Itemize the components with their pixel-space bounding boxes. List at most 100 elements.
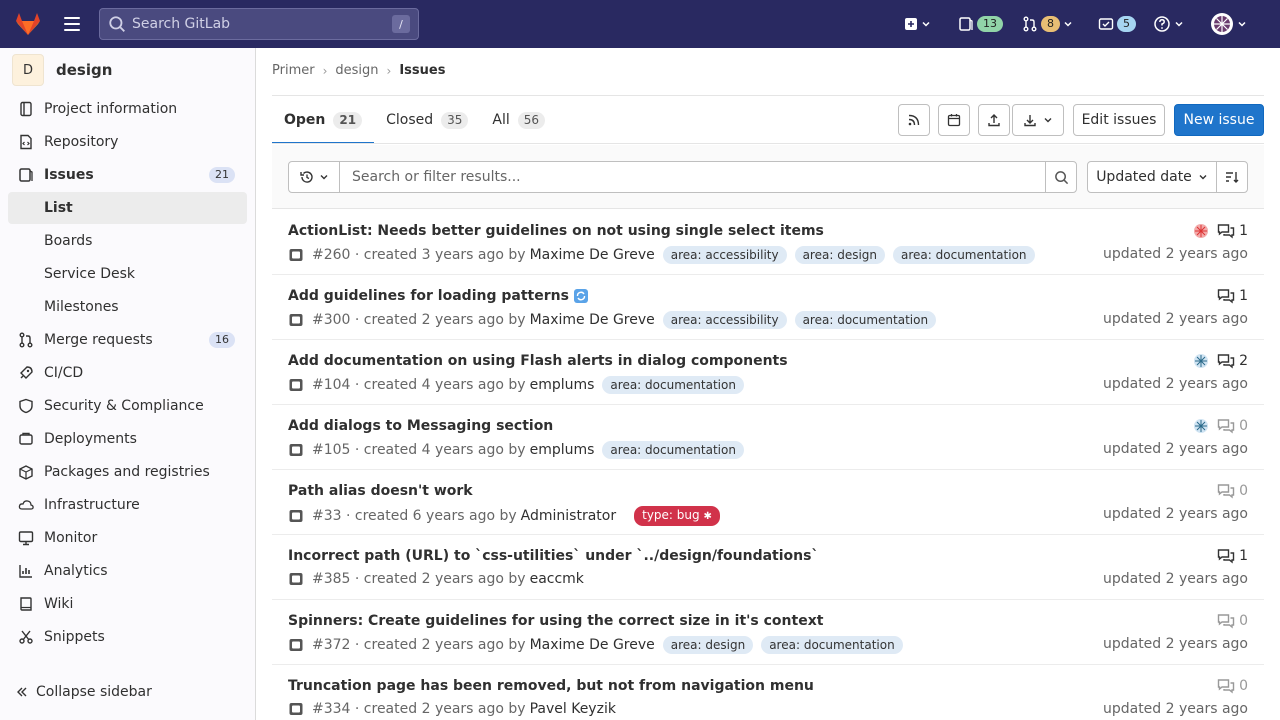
- issue-title[interactable]: ActionList: Needs better guidelines on n…: [288, 223, 824, 239]
- sidebar-item-packages-registries[interactable]: Packages and registries: [8, 456, 247, 488]
- sidebar-item-boards[interactable]: Boards: [8, 225, 247, 257]
- recent-searches-dropdown[interactable]: [288, 161, 340, 193]
- user-menu-dropdown[interactable]: [1210, 12, 1247, 36]
- sidebar-item-label: Project information: [44, 101, 178, 117]
- issue-row[interactable]: Add documentation on using Flash alerts …: [272, 340, 1264, 405]
- sidebar-item-milestones[interactable]: Milestones: [8, 291, 247, 323]
- comments-count[interactable]: 0: [1217, 483, 1248, 499]
- rss-icon: [908, 114, 920, 126]
- issue-row[interactable]: Add dialogs to Messaging section #105 · …: [272, 405, 1264, 470]
- issue-row[interactable]: Incorrect path (URL) to `css-utilities` …: [272, 535, 1264, 600]
- project-header[interactable]: D design: [12, 54, 112, 86]
- breadcrumb-link[interactable]: Primer: [272, 63, 315, 78]
- todos-shortcut[interactable]: 5: [1098, 12, 1136, 36]
- issue-author[interactable]: Maxime De Greve: [530, 637, 655, 653]
- issues-shortcut[interactable]: 13: [958, 12, 1003, 36]
- issue-type-icon: [289, 510, 303, 522]
- comments-count[interactable]: 0: [1217, 418, 1248, 434]
- sidebar-item-project-information[interactable]: Project information: [8, 93, 247, 125]
- sidebar-item-merge-requests[interactable]: Merge requests 16: [8, 324, 247, 356]
- issue-title-text: Add guidelines for loading patterns: [288, 288, 569, 304]
- sidebar-item-issues[interactable]: Issues 21: [8, 159, 247, 191]
- sidebar-item-snippets[interactable]: Snippets: [8, 621, 247, 653]
- new-issue-button[interactable]: New issue: [1174, 104, 1264, 136]
- package-icon: [19, 465, 33, 480]
- comments-count[interactable]: 1: [1217, 548, 1248, 564]
- issue-author[interactable]: Administrator: [521, 508, 616, 524]
- issue-row[interactable]: Add guidelines for loading patterns #300…: [272, 275, 1264, 340]
- issue-title[interactable]: Add documentation on using Flash alerts …: [288, 353, 788, 369]
- calendar-button[interactable]: [938, 104, 970, 136]
- issue-label[interactable]: area: accessibility: [662, 246, 787, 264]
- tab-all[interactable]: All 56: [480, 96, 557, 144]
- menu-icon[interactable]: [60, 12, 84, 36]
- issue-label[interactable]: area: design: [662, 636, 754, 654]
- comments-icon: [1217, 549, 1235, 564]
- edit-issues-button[interactable]: Edit issues: [1073, 104, 1165, 136]
- issue-title[interactable]: Truncation page has been removed, but no…: [288, 678, 814, 694]
- tab-open[interactable]: Open 21: [272, 96, 375, 144]
- issue-author[interactable]: eaccmk: [530, 571, 584, 587]
- issue-label[interactable]: area: documentation: [893, 246, 1035, 264]
- issue-author[interactable]: emplums: [530, 442, 595, 458]
- sidebar-item-ci-cd[interactable]: CI/CD: [8, 357, 247, 389]
- issue-author[interactable]: Maxime De Greve: [530, 247, 655, 263]
- issue-type-icon: [289, 379, 303, 391]
- tab-closed[interactable]: Closed 35: [374, 96, 480, 144]
- rss-button[interactable]: [898, 104, 930, 136]
- filter-search-button[interactable]: [1045, 161, 1077, 193]
- sidebar-item-list[interactable]: List: [8, 192, 247, 224]
- avatar[interactable]: [1193, 353, 1209, 369]
- sidebar-item-security-compliance[interactable]: Security & Compliance: [8, 390, 247, 422]
- import-button[interactable]: [978, 104, 1010, 136]
- issue-label[interactable]: area: documentation: [761, 636, 903, 654]
- issue-author[interactable]: emplums: [530, 377, 595, 393]
- filter-search-input[interactable]: Search or filter results...: [339, 161, 1046, 193]
- issue-row[interactable]: Path alias doesn't work #33 · created 6 …: [272, 470, 1264, 535]
- sidebar-item-infrastructure[interactable]: Infrastructure: [8, 489, 247, 521]
- export-dropdown[interactable]: [1012, 104, 1064, 136]
- gitlab-logo-icon[interactable]: [8, 8, 48, 40]
- sidebar-item-deployments[interactable]: Deployments: [8, 423, 247, 455]
- sort-direction-button[interactable]: [1216, 161, 1248, 193]
- issue-title[interactable]: Spinners: Create guidelines for using th…: [288, 613, 823, 629]
- comments-count[interactable]: 0: [1217, 613, 1248, 629]
- issue-title[interactable]: Path alias doesn't work: [288, 483, 473, 499]
- issue-title[interactable]: Incorrect path (URL) to `css-utilities` …: [288, 548, 818, 564]
- sidebar-item-analytics[interactable]: Analytics: [8, 555, 247, 587]
- help-dropdown[interactable]: [1153, 12, 1184, 36]
- issue-label[interactable]: area: accessibility: [662, 311, 787, 329]
- issue-label[interactable]: area: documentation: [794, 311, 937, 329]
- comments-count[interactable]: 1: [1217, 223, 1248, 239]
- search-input[interactable]: Search GitLab /: [99, 8, 419, 40]
- comments-count[interactable]: 2: [1217, 353, 1248, 369]
- issue-label[interactable]: area: documentation: [602, 441, 744, 459]
- issue-type-icon: [289, 249, 303, 261]
- breadcrumb-link[interactable]: design: [335, 63, 378, 78]
- avatar[interactable]: [1193, 418, 1209, 434]
- create-new-dropdown[interactable]: [904, 12, 931, 36]
- issue-author[interactable]: Pavel Keyzik: [530, 701, 616, 717]
- collapse-sidebar-button[interactable]: Collapse sidebar: [16, 684, 152, 700]
- issue-row[interactable]: Spinners: Create guidelines for using th…: [272, 600, 1264, 665]
- issue-label[interactable]: area: documentation: [602, 376, 744, 394]
- comments-count[interactable]: 0: [1217, 678, 1248, 694]
- comments-count-value: 0: [1239, 483, 1248, 499]
- issue-label-bug[interactable]: type: bug ✱: [634, 506, 720, 526]
- sidebar-item-service-desk[interactable]: Service Desk: [8, 258, 247, 290]
- issue-author[interactable]: Maxime De Greve: [530, 312, 655, 328]
- breadcrumb-current[interactable]: Issues: [399, 63, 445, 78]
- comments-count[interactable]: 1: [1217, 288, 1248, 304]
- sort-dropdown[interactable]: Updated date: [1087, 161, 1217, 193]
- avatar[interactable]: [1193, 223, 1209, 239]
- merge-requests-dropdown[interactable]: 8: [1022, 12, 1073, 36]
- issue-row[interactable]: ActionList: Needs better guidelines on n…: [272, 210, 1264, 275]
- issue-title[interactable]: Add guidelines for loading patterns: [288, 288, 589, 304]
- sidebar-item-repository[interactable]: Repository: [8, 126, 247, 158]
- issue-title[interactable]: Add dialogs to Messaging section: [288, 418, 553, 434]
- sidebar-item-monitor[interactable]: Monitor: [8, 522, 247, 554]
- issue-row[interactable]: Truncation page has been removed, but no…: [272, 665, 1264, 720]
- issue-label[interactable]: area: design: [794, 246, 886, 264]
- comments-count-value: 1: [1239, 223, 1248, 239]
- sidebar-item-wiki[interactable]: Wiki: [8, 588, 247, 620]
